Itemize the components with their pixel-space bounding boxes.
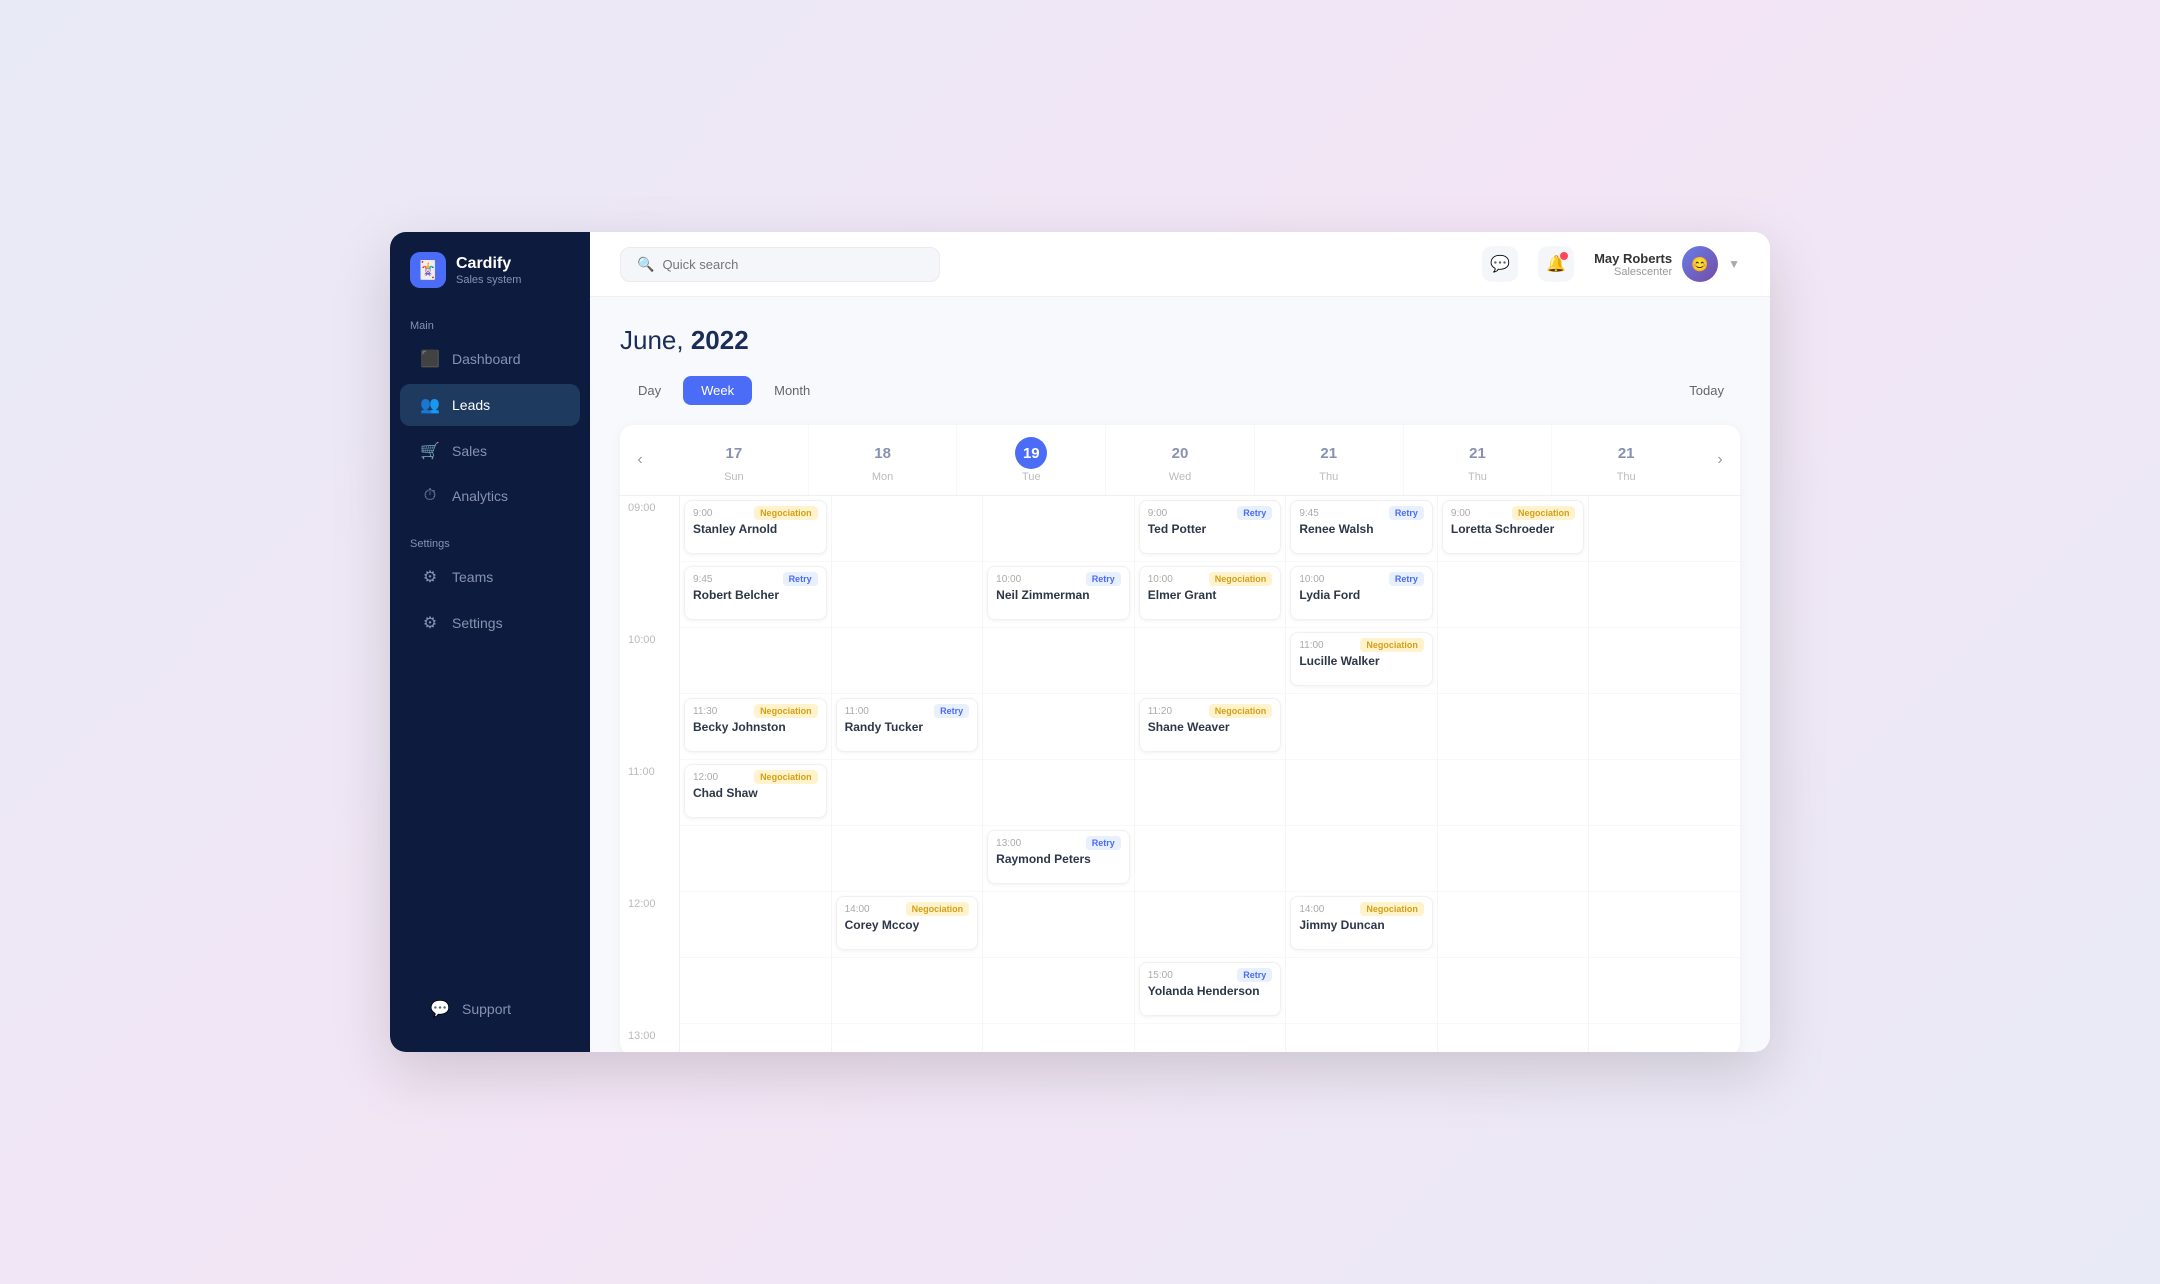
day-header-thu3: 21 Thu	[1552, 425, 1700, 495]
search-icon: 🔍	[637, 256, 654, 273]
sidebar-item-teams[interactable]: ⚙ Teams	[400, 556, 580, 598]
event-renee-walsh[interactable]: 9:45 Retry Renee Walsh	[1290, 500, 1433, 554]
sidebar-item-label: Analytics	[452, 488, 508, 504]
event-loretta-schroeder[interactable]: 9:00 Negociation Loretta Schroeder	[1442, 500, 1585, 554]
user-role: Salescenter	[1594, 266, 1672, 278]
chat-icon: 💬	[1490, 254, 1510, 274]
badge-retry: Retry	[783, 572, 818, 586]
app-subtitle: Sales system	[456, 274, 521, 286]
main-section-label: Main	[390, 312, 590, 336]
day-col-thu3	[1589, 496, 1740, 1052]
analytics-icon: ⏱	[420, 487, 440, 505]
sidebar-item-label: Sales	[452, 443, 487, 459]
dashboard-icon: ⬛	[420, 349, 440, 369]
event-corey-mccoy[interactable]: 14:00 Negociation Corey Mccoy	[836, 896, 979, 950]
event-becky-johnston[interactable]: 11:30 Negociation Becky Johnston	[684, 698, 827, 752]
day-col-tue: 10:00 Retry Neil Zimmerman 13:00 Retry	[983, 496, 1135, 1052]
calendar-days-header: 17 Sun 18 Mon 19 Tue	[660, 425, 1700, 495]
page-title: June, 2022	[620, 325, 1740, 356]
day-header-wed: 20 Wed	[1106, 425, 1255, 495]
calendar: ‹ 17 Sun 18 Mon	[620, 425, 1740, 1052]
notif-dot	[1560, 252, 1568, 260]
day-col-thu1: 9:45 Retry Renee Walsh 10:00 Retry	[1286, 496, 1438, 1052]
day-header-thu2: 21 Thu	[1404, 425, 1553, 495]
support-icon: 💬	[430, 999, 450, 1019]
logo-area[interactable]: 🃏 Cardify Sales system	[390, 252, 590, 312]
day-header-thu1: 21 Thu	[1255, 425, 1404, 495]
user-profile[interactable]: May Roberts Salescenter 😊 ▼	[1594, 246, 1740, 282]
event-randy-tucker[interactable]: 11:00 Retry Randy Tucker	[836, 698, 979, 752]
main-content: 🔍 💬 🔔 May Roberts Salescenter 😊	[590, 232, 1770, 1052]
day-col-sun: 9:00 Negociation Stanley Arnold 9:45 Ret…	[680, 496, 832, 1052]
calendar-body: 09:00 10:00 11:00 12:00 13:00 14:00 15:0…	[620, 496, 1740, 1052]
event-neil-zimmerman[interactable]: 10:00 Retry Neil Zimmerman	[987, 566, 1130, 620]
day-header-tue: 19 Tue	[957, 425, 1106, 495]
event-stanley-arnold[interactable]: 9:00 Negociation Stanley Arnold	[684, 500, 827, 554]
tab-month[interactable]: Month	[756, 376, 828, 405]
leads-icon: 👥	[420, 395, 440, 415]
event-ted-potter[interactable]: 9:00 Retry Ted Potter	[1139, 500, 1282, 554]
sidebar-item-label: Settings	[452, 615, 503, 631]
event-jimmy-duncan[interactable]: 14:00 Negociation Jimmy Duncan	[1290, 896, 1433, 950]
sidebar-item-label: Support	[462, 1001, 511, 1017]
search-bar[interactable]: 🔍	[620, 247, 940, 282]
tab-week[interactable]: Week	[683, 376, 752, 405]
sidebar-item-label: Dashboard	[452, 351, 521, 367]
prev-nav[interactable]: ‹	[620, 435, 660, 485]
sidebar-item-analytics[interactable]: ⏱ Analytics	[400, 476, 580, 516]
sidebar-item-settings[interactable]: ⚙ Settings	[400, 602, 580, 644]
logo-icon: 🃏	[410, 252, 446, 288]
event-shane-weaver[interactable]: 11:20 Negociation Shane Weaver	[1139, 698, 1282, 752]
teams-icon: ⚙	[420, 567, 440, 587]
sidebar-item-sales[interactable]: 🛒 Sales	[400, 430, 580, 472]
settings-section-label: Settings	[390, 530, 590, 554]
tab-day[interactable]: Day	[620, 376, 679, 405]
sidebar-item-label: Leads	[452, 397, 490, 413]
event-elmer-grant[interactable]: 10:00 Negociation Elmer Grant	[1139, 566, 1282, 620]
time-column: 09:00 10:00 11:00 12:00 13:00 14:00 15:0…	[620, 496, 680, 1052]
event-lucille-walker[interactable]: 11:00 Negociation Lucille Walker	[1290, 632, 1433, 686]
sidebar-item-dashboard[interactable]: ⬛ Dashboard	[400, 338, 580, 380]
next-nav[interactable]: ›	[1700, 435, 1740, 485]
sidebar-item-leads[interactable]: 👥 Leads	[400, 384, 580, 426]
today-button[interactable]: Today	[1673, 376, 1740, 405]
content-area: June, 2022 Day Week Month Today ‹	[590, 297, 1770, 1052]
header-right: 💬 🔔 May Roberts Salescenter 😊 ▼	[1482, 246, 1740, 282]
header: 🔍 💬 🔔 May Roberts Salescenter 😊	[590, 232, 1770, 297]
event-robert-belcher[interactable]: 9:45 Retry Robert Belcher	[684, 566, 827, 620]
chevron-down-icon: ▼	[1728, 257, 1740, 271]
calendar-header: ‹ 17 Sun 18 Mon	[620, 425, 1740, 496]
event-lydia-ford[interactable]: 10:00 Retry Lydia Ford	[1290, 566, 1433, 620]
sales-icon: 🛒	[420, 441, 440, 461]
sidebar: 🃏 Cardify Sales system Main ⬛ Dashboard …	[390, 232, 590, 1052]
badge-negociation: Negociation	[754, 506, 818, 520]
chat-button[interactable]: 💬	[1482, 246, 1518, 282]
sidebar-item-support[interactable]: 💬 Support	[410, 988, 570, 1030]
settings-icon: ⚙	[420, 613, 440, 633]
event-yolanda-henderson[interactable]: 15:00 Retry Yolanda Henderson	[1139, 962, 1282, 1016]
view-tabs: Day Week Month Today	[620, 376, 1740, 405]
calendar-grid: 9:00 Negociation Stanley Arnold 9:45 Ret…	[680, 496, 1740, 1052]
day-header-mon: 18 Mon	[809, 425, 958, 495]
notification-button[interactable]: 🔔	[1538, 246, 1574, 282]
day-col-mon: 11:00 Retry Randy Tucker 14:00 Negociati…	[832, 496, 984, 1052]
day-col-wed: 9:00 Retry Ted Potter 10:00 Negociation	[1135, 496, 1287, 1052]
event-raymond-peters[interactable]: 13:00 Retry Raymond Peters	[987, 830, 1130, 884]
user-name: May Roberts	[1594, 251, 1672, 266]
event-chad-shaw[interactable]: 12:00 Negociation Chad Shaw	[684, 764, 827, 818]
day-col-thu2: 9:00 Negociation Loretta Schroeder	[1438, 496, 1590, 1052]
avatar: 😊	[1682, 246, 1718, 282]
sidebar-item-label: Teams	[452, 569, 493, 585]
day-header-sun: 17 Sun	[660, 425, 809, 495]
app-name: Cardify	[456, 254, 521, 273]
search-input[interactable]	[662, 257, 923, 272]
